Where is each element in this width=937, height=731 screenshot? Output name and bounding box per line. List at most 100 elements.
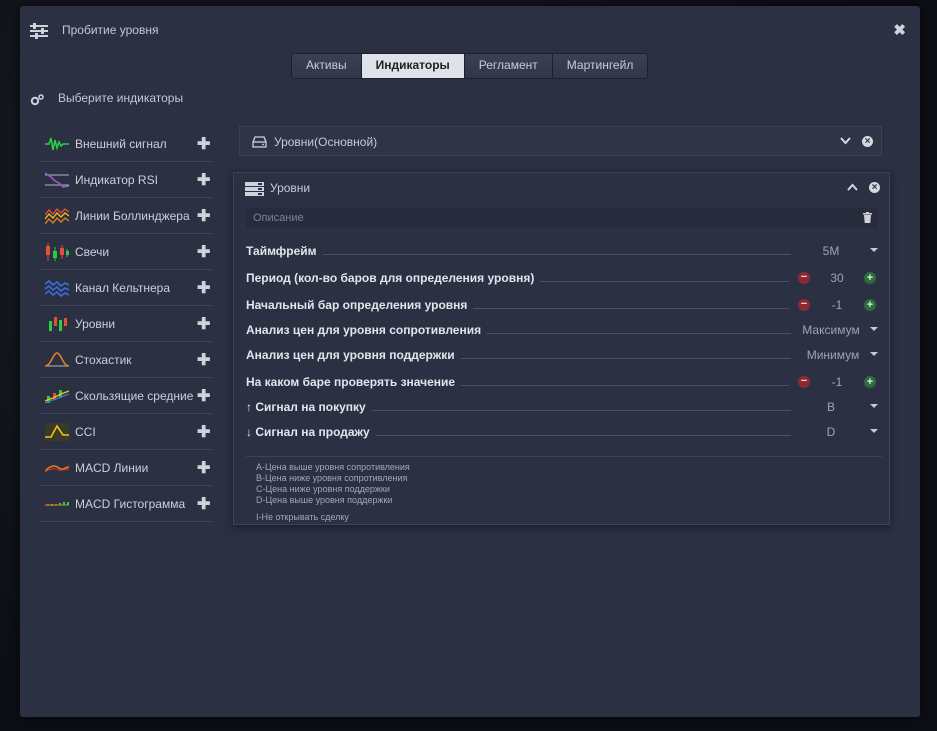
description-field[interactable]: Описание (246, 208, 878, 228)
sliders-icon (30, 23, 48, 39)
decrement-button[interactable]: − (798, 299, 810, 311)
keltner-icon (45, 279, 69, 297)
add-icon[interactable]: ✚ (197, 242, 210, 262)
server-icon (245, 182, 264, 196)
bollinger-icon (45, 207, 69, 225)
trash-icon[interactable] (863, 212, 872, 223)
drive-icon (252, 136, 267, 148)
tab-assets[interactable]: Активы (292, 54, 362, 78)
section-title: Выберите индикаторы (58, 91, 184, 105)
setting-row-timeframe: Таймфрейм 5M (246, 241, 882, 261)
caret-down-icon[interactable] (870, 248, 878, 252)
indicator-list: Внешний сигнал ✚ Индикатор RSI ✚ Линии Б… (40, 126, 213, 522)
add-icon[interactable]: ✚ (197, 386, 210, 406)
chevron-up-icon[interactable] (847, 183, 858, 191)
setting-label: ↓ Сигнал на продажу (246, 425, 376, 439)
indicator-item-macd-lines[interactable]: MACD Линии ✚ (40, 450, 213, 486)
add-icon[interactable]: ✚ (197, 170, 210, 190)
setting-label: Период (кол-во баров для определения уро… (246, 271, 541, 285)
indicator-item-moving-average[interactable]: Скользящие средние ✚ (40, 378, 213, 414)
support-price-select[interactable]: Минимум (802, 348, 864, 362)
add-icon[interactable]: ✚ (197, 458, 210, 478)
setting-row-resistance-analysis: Анализ цен для уровня сопротивления Макс… (246, 320, 882, 340)
macd-histogram-icon (45, 502, 69, 506)
setting-label: На каком баре проверять значение (246, 375, 462, 389)
external-signal-icon (45, 137, 69, 151)
dialog-title: Пробитие уровня (62, 23, 159, 37)
indicator-item-macd-histogram[interactable]: MACD Гистограмма ✚ (40, 486, 213, 522)
setting-label: ↑ Сигнал на покупку (246, 400, 372, 414)
setting-label: Анализ цен для уровня поддержки (246, 348, 461, 362)
moving-average-icon (45, 390, 69, 404)
add-icon[interactable]: ✚ (197, 206, 210, 226)
add-icon[interactable]: ✚ (197, 494, 210, 514)
levels-icon (49, 317, 67, 331)
divider (246, 456, 882, 457)
sell-signal-select[interactable]: D (821, 425, 841, 439)
check-bar-value[interactable]: -1 (824, 375, 850, 389)
macd-lines-icon (45, 465, 69, 473)
tab-indicators[interactable]: Индикаторы (361, 54, 465, 78)
stochastic-icon (45, 352, 69, 367)
setting-label: Таймфрейм (246, 244, 323, 258)
legend-line: I-Не открывать сделку (256, 512, 349, 522)
panel-title: Уровни (270, 181, 311, 195)
dialog-header: Пробитие уровня ✖ (20, 6, 920, 54)
buy-signal-select[interactable]: B (821, 400, 841, 414)
candles-icon (46, 243, 69, 261)
legend-line: C-Цена ниже уровня поддержки (256, 484, 390, 494)
setting-row-support-analysis: Анализ цен для уровня поддержки Минимум (246, 345, 882, 365)
add-icon[interactable]: ✚ (197, 134, 210, 154)
setting-row-check-bar: На каком баре проверять значение − -1 + (246, 372, 882, 392)
collapsed-card-title: Уровни(Основной) (274, 135, 378, 149)
indicator-item-candles[interactable]: Свечи ✚ (40, 234, 213, 270)
setting-label: Начальный бар определения уровня (246, 298, 474, 312)
caret-down-icon[interactable] (870, 429, 878, 433)
setting-row-sell-signal: ↓ Сигнал на продажу D (246, 422, 882, 442)
caret-down-icon[interactable] (870, 352, 878, 356)
add-icon[interactable]: ✚ (197, 314, 210, 334)
start-bar-value[interactable]: -1 (824, 298, 850, 312)
legend-line: B-Цена ниже уровня сопротивления (256, 473, 408, 483)
increment-button[interactable]: + (864, 376, 876, 388)
remove-icon[interactable]: × (869, 182, 880, 193)
tab-regulations[interactable]: Регламент (464, 54, 553, 78)
dialog-window: Пробитие уровня ✖ Активы Индикаторы Регл… (20, 6, 920, 717)
gears-icon (30, 94, 44, 106)
setting-row-start-bar: Начальный бар определения уровня − -1 + (246, 295, 882, 315)
legend-line: A-Цена выше уровня сопротивления (256, 462, 410, 472)
setting-row-period: Период (кол-во баров для определения уро… (246, 268, 882, 288)
cci-icon (45, 423, 69, 441)
resistance-price-select[interactable]: Максимум (798, 323, 864, 337)
caret-down-icon[interactable] (870, 404, 878, 408)
indicator-card-collapsed[interactable]: Уровни(Основной) × (239, 126, 882, 156)
increment-button[interactable]: + (864, 299, 876, 311)
indicator-item-stochastic[interactable]: Стохастик ✚ (40, 342, 213, 378)
indicator-item-keltner[interactable]: Канал Кельтнера ✚ (40, 270, 213, 306)
indicator-item-bollinger[interactable]: Линии Боллинджера ✚ (40, 198, 213, 234)
remove-icon[interactable]: × (862, 136, 873, 147)
tab-martingale[interactable]: Мартингейл (552, 54, 648, 78)
close-icon[interactable]: ✖ (893, 21, 906, 39)
indicator-settings-panel: Уровни × Описание Таймфрейм 5M Период (к… (233, 172, 890, 525)
decrement-button[interactable]: − (798, 272, 810, 284)
indicator-item-cci[interactable]: CCI ✚ (40, 414, 213, 450)
indicator-item-levels[interactable]: Уровни ✚ (40, 306, 213, 342)
setting-row-buy-signal: ↑ Сигнал на покупку B (246, 397, 882, 417)
indicator-item-rsi[interactable]: Индикатор RSI ✚ (40, 162, 213, 198)
timeframe-select[interactable]: 5M (816, 244, 846, 258)
tab-bar: Активы Индикаторы Регламент Мартингейл (291, 53, 649, 79)
add-icon[interactable]: ✚ (197, 422, 210, 442)
add-icon[interactable]: ✚ (197, 350, 210, 370)
setting-label: Анализ цен для уровня сопротивления (246, 323, 488, 337)
chevron-down-icon[interactable] (840, 137, 851, 145)
decrement-button[interactable]: − (798, 376, 810, 388)
legend-line: D-Цена выше уровня поддержки (256, 495, 393, 505)
increment-button[interactable]: + (864, 272, 876, 284)
rsi-icon (45, 172, 69, 188)
period-value[interactable]: 30 (824, 271, 850, 285)
indicator-item-external-signal[interactable]: Внешний сигнал ✚ (40, 126, 213, 162)
signal-legend: A-Цена выше уровня сопротивления B-Цена … (256, 462, 410, 523)
caret-down-icon[interactable] (870, 327, 878, 331)
add-icon[interactable]: ✚ (197, 278, 210, 298)
